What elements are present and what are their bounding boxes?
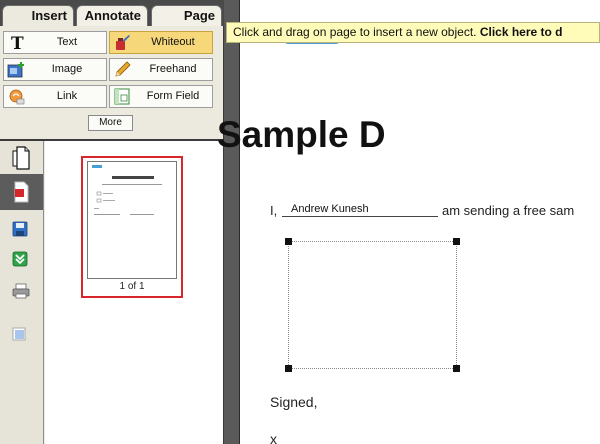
print-icon[interactable] — [12, 283, 30, 299]
tool-label: Link — [56, 90, 78, 102]
resize-handle-bottom-right[interactable] — [453, 365, 460, 372]
tool-label: Freehand — [149, 63, 197, 75]
left-panel: Insert Annotate Page T Text Whiteout Ima… — [0, 0, 224, 444]
document-content: I, Andrew Kunesh am sending a free sam S… — [225, 0, 600, 444]
download-icon[interactable] — [12, 251, 28, 267]
tool-label: Text — [56, 36, 78, 48]
name-field-value: Andrew Kunesh — [291, 203, 369, 215]
pdf-document-icon[interactable] — [12, 180, 30, 204]
resize-handle-top-left[interactable] — [285, 238, 292, 245]
thumbnail-panel: 1 of 1 — [45, 141, 223, 444]
page-thumbnail[interactable]: 1 of 1 — [81, 156, 183, 298]
signed-label: Signed, — [270, 394, 318, 410]
image-icon — [7, 62, 24, 78]
tool-label: Whiteout — [151, 36, 195, 48]
line-suffix: am sending a free sam — [442, 203, 575, 218]
page-count-label: 1 of 1 — [119, 281, 145, 292]
tab-bar: Insert Annotate Page — [0, 0, 224, 26]
resize-handle-bottom-left[interactable] — [285, 365, 292, 372]
text-T-icon: T — [11, 34, 24, 51]
tab-page[interactable]: Page — [151, 5, 222, 26]
line-prefix: I, — [270, 203, 278, 218]
square-view-icon[interactable] — [12, 327, 26, 341]
link-icon — [9, 89, 25, 105]
freehand-tool-button[interactable]: Freehand — [109, 58, 213, 81]
more-button[interactable]: More — [88, 115, 133, 131]
whiteout-icon — [116, 35, 130, 50]
whiteout-selection-box[interactable] — [285, 238, 460, 372]
tab-annotate[interactable]: Annotate — [76, 5, 148, 26]
svg-text:T: T — [11, 34, 24, 51]
signature-x-mark: x — [270, 431, 277, 444]
thumbnail-miniature — [92, 165, 162, 215]
pencil-icon — [115, 61, 131, 77]
resize-handle-top-right[interactable] — [453, 238, 460, 245]
tool-label: Form Field — [146, 90, 200, 102]
form-field-icon — [114, 88, 130, 105]
tool-label: Image — [51, 63, 83, 75]
text-tool-button[interactable]: T Text — [3, 31, 107, 54]
thumbnail-preview — [87, 161, 177, 279]
name-text-field[interactable]: Andrew Kunesh — [282, 201, 438, 217]
sidebar-icon-strip — [0, 141, 44, 444]
tab-insert[interactable]: Insert — [2, 5, 74, 26]
save-icon[interactable] — [12, 221, 28, 237]
link-tool-button[interactable]: Link — [3, 85, 107, 108]
pages-icon[interactable] — [12, 146, 30, 171]
form-field-tool-button[interactable]: Form Field — [109, 85, 213, 108]
whiteout-tool-button[interactable]: Whiteout — [109, 31, 213, 54]
image-tool-button[interactable]: Image — [3, 58, 107, 81]
